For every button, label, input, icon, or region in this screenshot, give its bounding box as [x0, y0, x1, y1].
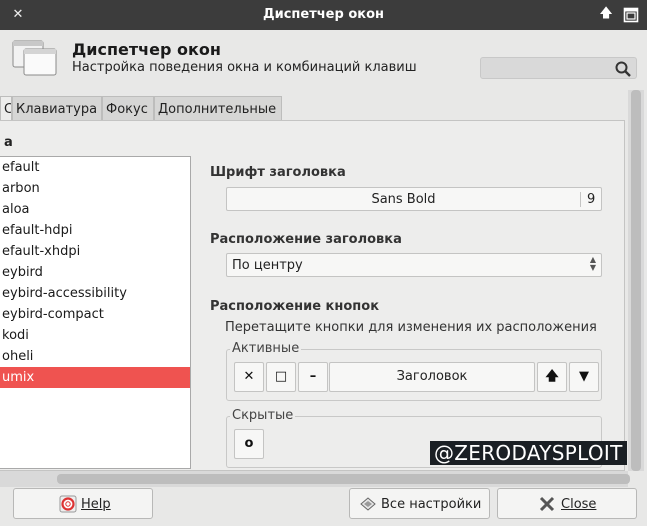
title-bar: ✕ Диспетчер окон 🡅 [0, 0, 647, 30]
window-manager-dialog: Диспетчер окон Настройка поведения окна … [0, 30, 647, 526]
list-item[interactable]: arbon [0, 178, 190, 199]
page-subtitle: Настройка поведения окна и комбинаций кл… [72, 60, 417, 75]
watermark-text: @ZERODAYSPLOIT [430, 441, 627, 465]
spin-arrows-icon: ▲ ▼ [589, 255, 596, 272]
button-layout-hint: Перетащите кнопки для изменения их распо… [225, 320, 597, 335]
maximize-button-slot[interactable]: □ [266, 362, 296, 392]
active-buttons-label: Активные [230, 341, 302, 356]
tab-advanced[interactable]: Дополнительные [154, 96, 282, 120]
list-item[interactable]: efault [0, 157, 190, 178]
stick-button-slot[interactable]: o [234, 429, 264, 459]
list-item[interactable]: eybird-compact [0, 304, 190, 325]
active-buttons-frame: Активные ✕ □ – Заголовок 🡅 ▼ [226, 342, 602, 401]
theme-list[interactable]: efault arbon aloa efault-hdpi efault-xhd… [0, 156, 191, 469]
list-item[interactable]: eybird [0, 262, 190, 283]
tab-keyboard[interactable]: Клавиатура [12, 96, 102, 120]
list-item[interactable]: efault-xhdpi [0, 241, 190, 262]
settings-icon [359, 495, 377, 513]
help-label: Help [81, 497, 111, 512]
list-item[interactable]: oheli [0, 346, 190, 367]
tab-focus[interactable]: Фокус [102, 96, 154, 120]
help-button[interactable]: Help [13, 488, 153, 519]
divider [580, 192, 581, 207]
style-tab-panel: а efault arbon aloa efault-hdpi efault-x… [0, 120, 625, 471]
all-settings-button[interactable]: Все настройки [349, 488, 490, 519]
font-name-label: Sans Bold [371, 192, 436, 207]
shade-button-slot[interactable]: 🡅 [537, 362, 567, 392]
shade-icon[interactable]: 🡅 [598, 6, 614, 22]
horizontal-scrollbar-thumb[interactable] [57, 474, 630, 484]
close-button[interactable]: Close [497, 488, 637, 519]
window-manager-app-icon [12, 36, 58, 78]
help-icon [59, 495, 77, 513]
page-title: Диспетчер окон [72, 40, 221, 59]
close-button-slot[interactable]: ✕ [234, 362, 264, 392]
window-title: Диспетчер окон [263, 7, 384, 22]
all-settings-label: Все настройки [381, 497, 482, 512]
menu-button-slot[interactable]: ▼ [569, 362, 599, 392]
tab-style[interactable]: Стиль [0, 96, 12, 120]
list-item-selected[interactable]: umix [0, 367, 190, 388]
search-field[interactable] [480, 57, 637, 79]
title-alignment-select[interactable]: По центру ▲ ▼ [226, 253, 602, 277]
title-font-heading: Шрифт заголовка [210, 165, 346, 180]
list-item[interactable]: kodi [0, 325, 190, 346]
title-font-button[interactable]: Sans Bold 9 [226, 187, 602, 211]
title-slot[interactable]: Заголовок [329, 362, 535, 392]
close-label: Close [561, 497, 597, 512]
list-item[interactable]: aloa [0, 199, 190, 220]
maximize-icon[interactable] [623, 7, 639, 23]
search-icon[interactable] [614, 60, 632, 78]
close-icon [538, 495, 556, 513]
vertical-scrollbar[interactable] [628, 90, 644, 471]
title-alignment-heading: Расположение заголовка [210, 232, 402, 247]
theme-list-title: а [4, 135, 13, 150]
minimize-button-slot[interactable]: – [298, 362, 328, 392]
button-layout-heading: Расположение кнопок [210, 299, 380, 314]
list-item[interactable]: efault-hdpi [0, 220, 190, 241]
font-size-label: 9 [587, 192, 596, 207]
vertical-scrollbar-thumb[interactable] [631, 90, 641, 471]
list-item[interactable]: eybird-accessibility [0, 283, 190, 304]
horizontal-scrollbar[interactable] [0, 471, 630, 487]
title-alignment-value: По центру [232, 258, 303, 273]
hidden-buttons-label: Скрытые [230, 408, 296, 423]
